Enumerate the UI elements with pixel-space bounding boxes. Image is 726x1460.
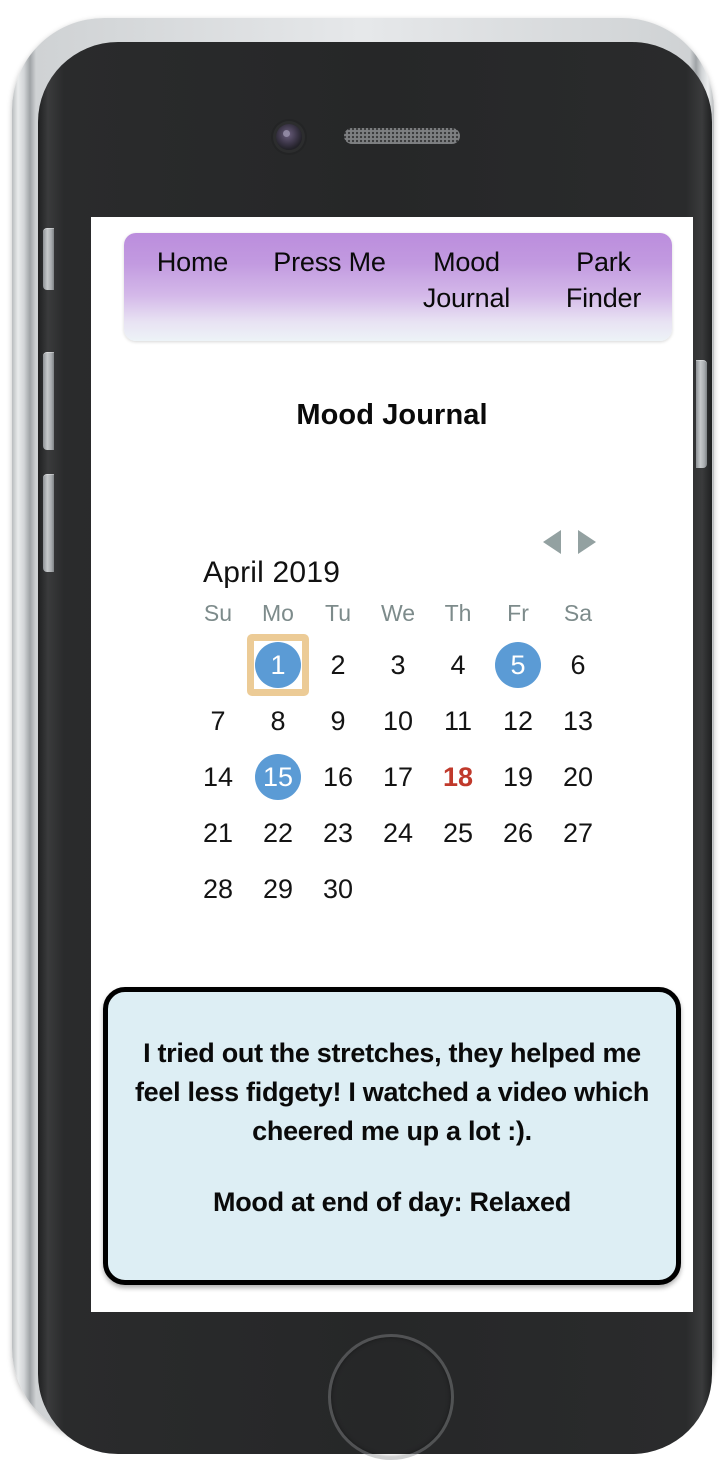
volume-down-button[interactable] [43,474,54,572]
calendar-day-number[interactable]: 14 [195,754,241,800]
calendar-day-number[interactable]: 4 [435,642,481,688]
triangle-left-icon[interactable] [543,530,561,554]
home-button-icon[interactable] [328,1334,454,1460]
calendar-days-grid: 1 2 3 4 5 6 7 8 9 10 11 12 13 14 15 16 17 18 19 20 21 22 23 24 2… [188,637,608,917]
calendar-day-cell[interactable]: 8 [248,693,308,749]
calendar-day-cell[interactable]: 9 [308,693,368,749]
calendar-day-cell[interactable]: 10 [368,693,428,749]
calendar-day-number[interactable]: 28 [195,866,241,912]
calendar-day-number[interactable]: 18 [435,754,481,800]
calendar-day-cell[interactable]: 15 [248,749,308,805]
calendar-day-cell[interactable]: 25 [428,805,488,861]
journal-entry-text: I tried out the stretches, they helped m… [134,1038,650,1147]
calendar-day-number[interactable]: 24 [375,810,421,856]
calendar-day-number[interactable]: 22 [255,810,301,856]
nav-item-press-me[interactable]: Press Me [261,245,398,281]
triangle-right-icon[interactable] [578,530,596,554]
calendar-day-cell[interactable]: 12 [488,693,548,749]
calendar-day-empty [188,637,248,693]
calendar-day-number[interactable]: 10 [375,698,421,744]
calendar-day-cell[interactable]: 30 [308,861,368,917]
calendar-day-number[interactable]: 17 [375,754,421,800]
calendar-widget: April 2019 Su Mo Tu We Th Fr Sa 1 2 3 4 5 6 7 8 9 10 11 1… [188,522,608,917]
calendar-weekday-we: We [380,600,416,626]
calendar-day-cell[interactable]: 6 [548,637,608,693]
calendar-day-number[interactable]: 27 [555,810,601,856]
calendar-day-number[interactable]: 30 [315,866,361,912]
calendar-day-number[interactable]: 15 [255,754,301,800]
calendar-month-label: April 2019 [203,556,341,589]
power-button[interactable] [696,360,707,468]
calendar-day-number[interactable]: 29 [255,866,301,912]
calendar-weekday-sa: Sa [563,600,593,626]
calendar-day-cell[interactable]: 7 [188,693,248,749]
calendar-day-number[interactable]: 16 [315,754,361,800]
calendar-day-number[interactable]: 26 [495,810,541,856]
journal-entry-card: I tried out the stretches, they helped m… [103,987,681,1285]
phone-body: Home Press Me Mood Journal Park Finder M… [38,42,712,1460]
calendar-day-cell[interactable]: 23 [308,805,368,861]
calendar-day-cell[interactable]: 5 [488,637,548,693]
calendar-day-cell[interactable]: 26 [488,805,548,861]
calendar-day-cell[interactable]: 18 [428,749,488,805]
calendar-weekday-mo: Mo [262,600,294,626]
speaker-grille-icon [344,128,460,144]
journal-mood-line: Mood at end of day: Relaxed [213,1187,571,1218]
calendar-day-cell[interactable]: 19 [488,749,548,805]
calendar-day-cell[interactable]: 24 [368,805,428,861]
calendar-day-number[interactable]: 21 [195,810,241,856]
calendar-day-number[interactable]: 2 [315,642,361,688]
nav-item-mood-journal[interactable]: Mood Journal [398,245,535,317]
calendar-day-number[interactable]: 1 [255,642,301,688]
camera-lens-icon [276,124,302,150]
phone-screen: Home Press Me Mood Journal Park Finder M… [91,217,693,1312]
calendar-day-cell[interactable]: 1 [248,637,308,693]
calendar-day-number[interactable]: 20 [555,754,601,800]
navigation-bar: Home Press Me Mood Journal Park Finder [124,233,672,341]
calendar-day-number[interactable]: 19 [495,754,541,800]
calendar-day-cell[interactable]: 29 [248,861,308,917]
calendar-day-cell[interactable]: 20 [548,749,608,805]
calendar-nav-arrows [543,530,596,554]
volume-up-button[interactable] [43,352,54,450]
calendar-day-number[interactable]: 25 [435,810,481,856]
calendar-day-number[interactable]: 12 [495,698,541,744]
calendar-day-cell[interactable]: 11 [428,693,488,749]
calendar-day-number[interactable]: 7 [195,698,241,744]
calendar-day-number[interactable]: 8 [255,698,301,744]
calendar-day-number[interactable]: 13 [555,698,601,744]
calendar-day-number[interactable]: 23 [315,810,361,856]
calendar-day-cell[interactable]: 22 [248,805,308,861]
calendar-day-cell[interactable]: 17 [368,749,428,805]
calendar-weekday-su: Su [203,600,233,626]
nav-item-park-finder[interactable]: Park Finder [535,245,672,317]
calendar-weekday-tu: Tu [325,600,351,626]
page-title: Mood Journal [296,399,488,431]
calendar-day-number[interactable]: 9 [315,698,361,744]
calendar-day-cell[interactable]: 27 [548,805,608,861]
calendar-day-cell[interactable]: 21 [188,805,248,861]
calendar-header: April 2019 [188,522,608,598]
phone-frame: Home Press Me Mood Journal Park Finder M… [12,18,714,1460]
calendar-day-cell[interactable]: 13 [548,693,608,749]
calendar-day-number[interactable]: 5 [495,642,541,688]
nav-item-home[interactable]: Home [124,245,261,281]
calendar-day-cell[interactable]: 14 [188,749,248,805]
calendar-day-cell[interactable]: 2 [308,637,368,693]
camera-aperture-icon [283,130,290,137]
calendar-day-number[interactable]: 6 [555,642,601,688]
calendar-weekday-th: Th [444,600,472,626]
calendar-weekday-header: Su Mo Tu We Th Fr Sa [188,600,608,627]
calendar-weekday-fr: Fr [507,600,529,626]
calendar-day-cell[interactable]: 16 [308,749,368,805]
silent-switch-button[interactable] [43,228,54,290]
calendar-day-cell[interactable]: 4 [428,637,488,693]
calendar-day-number[interactable]: 11 [435,698,481,744]
calendar-day-cell[interactable]: 28 [188,861,248,917]
calendar-day-number[interactable]: 3 [375,642,421,688]
calendar-day-cell[interactable]: 3 [368,637,428,693]
